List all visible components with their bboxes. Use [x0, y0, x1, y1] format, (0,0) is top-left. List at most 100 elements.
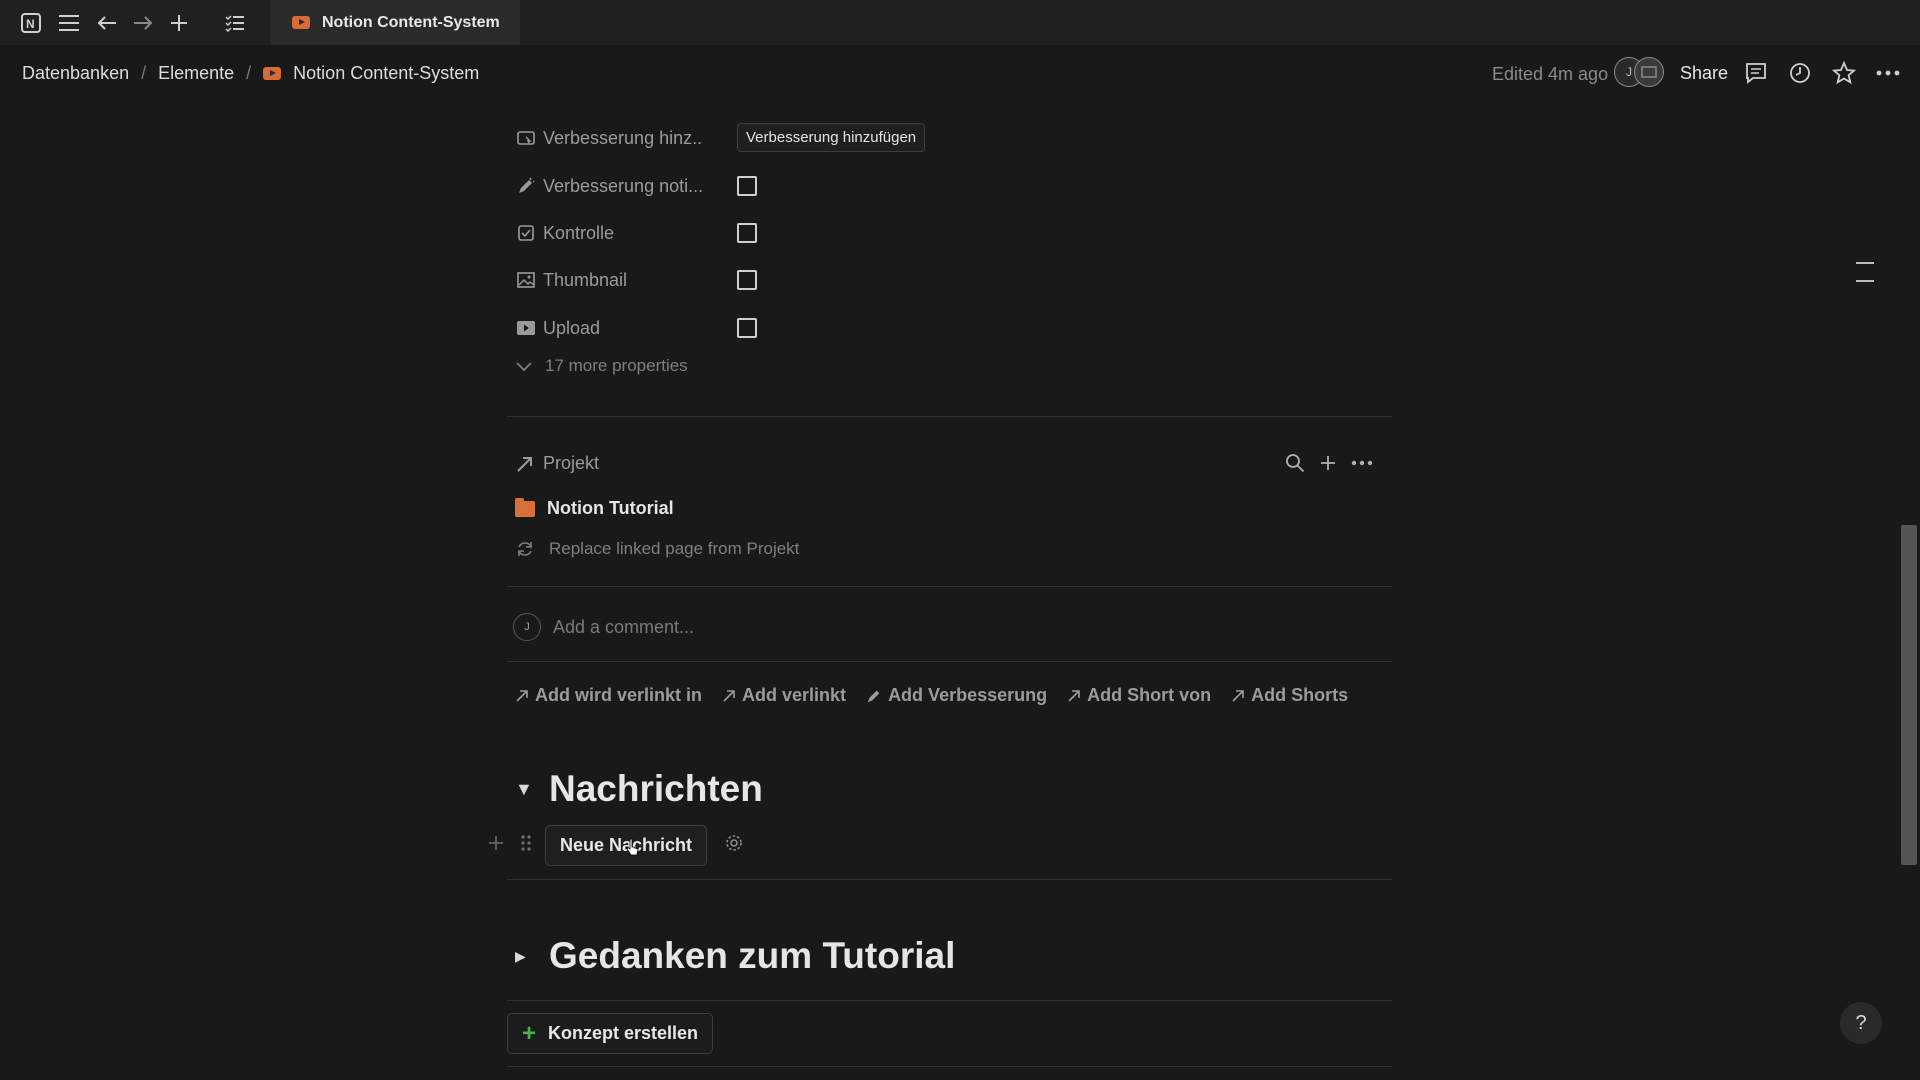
property-kontrolle[interactable]: Kontrolle: [515, 213, 1015, 253]
page-header: Datenbanken / Elemente / Notion Content-…: [0, 45, 1920, 103]
heading-gedanken[interactable]: Gedanken zum Tutorial: [549, 935, 955, 977]
checkbox[interactable]: [737, 176, 757, 196]
property-name: Kontrolle: [543, 222, 615, 243]
nachrichten-block: Neue Nachricht: [485, 825, 743, 866]
favorite-star-icon[interactable]: [1830, 59, 1858, 87]
add-link-label: Add verlinkt: [742, 685, 847, 705]
svg-text:N: N: [26, 17, 35, 31]
mouse-cursor-icon: [626, 838, 639, 856]
add-block-plus-icon[interactable]: [485, 835, 507, 856]
menu-icon[interactable]: [56, 10, 82, 36]
new-tab-plus-icon[interactable]: [166, 10, 192, 36]
refresh-icon: [518, 542, 532, 556]
property-value: [737, 176, 757, 196]
arrow-up-right-icon: [516, 689, 528, 702]
folder-icon: [515, 497, 535, 517]
collaborator-avatars[interactable]: J: [1614, 57, 1666, 87]
property-value: [737, 270, 757, 290]
breadcrumb-separator: /: [246, 63, 252, 83]
outline-toggle-icon[interactable]: [1854, 260, 1876, 284]
divider: [507, 586, 1392, 587]
help-button[interactable]: ?: [1840, 1002, 1882, 1044]
breadcrumb-item-current[interactable]: Notion Content-System: [263, 63, 479, 84]
property-verbesserung-hinzufuegen[interactable]: Verbesserung hinz... Verbesserung hinzuf…: [515, 118, 1015, 158]
property-thumbnail[interactable]: Thumbnail: [515, 260, 1015, 300]
property-name: Verbesserung noti...: [543, 175, 703, 196]
triangle-down-icon[interactable]: ▼: [515, 779, 533, 800]
share-button[interactable]: Share: [1680, 63, 1728, 84]
breadcrumb-current-label: Notion Content-System: [293, 63, 480, 83]
checkbox[interactable]: [737, 270, 757, 290]
property-name: Thumbnail: [543, 269, 628, 290]
property-value: Verbesserung hinzufügen: [737, 123, 926, 152]
add-link-label: Add Short von: [1087, 685, 1212, 705]
checkbox[interactable]: [737, 223, 757, 243]
add-link-label: Add wird verlinkt in: [535, 685, 703, 705]
relation-item-notion-tutorial[interactable]: Notion Tutorial: [515, 497, 674, 519]
add-plus-icon[interactable]: [1319, 454, 1337, 472]
arrow-up-right-icon: [723, 689, 735, 702]
scrollbar[interactable]: [1898, 105, 1918, 1080]
avatar: J: [513, 613, 541, 641]
pen-icon: [515, 175, 537, 197]
forward-arrow-icon[interactable]: [130, 10, 156, 36]
more-options-icon[interactable]: [1874, 59, 1902, 87]
plus-icon: +: [522, 1019, 537, 1047]
add-wird-verlinkt-in[interactable]: Add wird verlinkt in: [515, 685, 702, 706]
breadcrumb-item-datenbanken[interactable]: Datenbanken: [22, 63, 129, 84]
add-shorts[interactable]: Add Shorts: [1231, 685, 1348, 706]
konzept-erstellen-button[interactable]: + Konzept erstellen: [507, 1013, 714, 1054]
relation-item-label: Notion Tutorial: [547, 498, 674, 518]
drag-handle-icon[interactable]: [515, 834, 537, 857]
checkbox[interactable]: [737, 318, 757, 338]
comment-input[interactable]: J Add a comment...: [513, 613, 694, 641]
triangle-right-icon[interactable]: ▶: [515, 948, 531, 965]
search-icon[interactable]: [1285, 453, 1305, 473]
edited-timestamp[interactable]: Edited 4m ago: [1492, 64, 1608, 85]
avatar-image: [1634, 57, 1664, 87]
relation-header[interactable]: Projekt: [515, 453, 599, 474]
pen-icon: [867, 690, 880, 702]
title-bar: N Notion Content-System: [0, 0, 1920, 45]
property-name: Verbesserung hinz...: [543, 127, 703, 148]
breadcrumb: Datenbanken / Elemente / Notion Content-…: [22, 63, 479, 84]
add-verbesserung[interactable]: Add Verbesserung: [866, 685, 1047, 706]
add-verlinkt[interactable]: Add verlinkt: [722, 685, 846, 706]
breadcrumb-item-elemente[interactable]: Elemente: [158, 63, 234, 84]
comments-icon[interactable]: [1742, 59, 1770, 87]
back-arrow-icon[interactable]: [94, 10, 120, 36]
replace-linked-page[interactable]: Replace linked page from Projekt: [515, 539, 799, 559]
verbesserung-hinzufuegen-button[interactable]: Verbesserung hinzufügen: [737, 123, 926, 152]
replace-label: Replace linked page from Projekt: [549, 539, 800, 558]
relation-toolbar: [1285, 453, 1373, 473]
gear-icon[interactable]: [725, 834, 743, 857]
property-upload[interactable]: Upload: [515, 308, 1015, 348]
add-short-von[interactable]: Add Short von: [1067, 685, 1211, 706]
divider: [507, 1000, 1392, 1001]
property-name: Upload: [543, 317, 601, 338]
image-icon: [515, 269, 537, 291]
notion-logo-icon[interactable]: N: [18, 10, 44, 36]
property-value: [737, 223, 757, 243]
chevron-down-icon: [516, 362, 532, 372]
toggle-heading-gedanken[interactable]: ▶ Gedanken zum Tutorial: [515, 935, 955, 977]
scrollbar-thumb[interactable]: [1901, 525, 1917, 865]
tab-notion-content-system[interactable]: Notion Content-System: [270, 0, 520, 45]
heading-nachrichten[interactable]: Nachrichten: [549, 768, 763, 810]
arrow-up-right-icon: [1232, 689, 1244, 702]
divider: [507, 416, 1392, 417]
history-clock-icon[interactable]: [1786, 59, 1814, 87]
button-icon: [515, 127, 537, 149]
arrow-up-right-icon: [1068, 689, 1080, 702]
konzept-erstellen-label: Konzept erstellen: [548, 1023, 699, 1043]
more-options-icon[interactable]: [1351, 460, 1373, 466]
add-link-label: Add Shorts: [1251, 685, 1349, 705]
checklist-icon[interactable]: [222, 10, 248, 36]
neue-nachricht-button[interactable]: Neue Nachricht: [545, 825, 708, 866]
toggle-heading-nachrichten[interactable]: ▼ Nachrichten: [515, 768, 763, 810]
divider: [507, 1066, 1392, 1067]
divider: [507, 661, 1392, 662]
property-verbesserung-notiert[interactable]: Verbesserung noti...: [515, 166, 1015, 206]
add-relation-links: Add wird verlinkt in Add verlinkt Add Ve…: [515, 685, 1348, 706]
more-properties-toggle[interactable]: 17 more properties: [515, 356, 688, 376]
